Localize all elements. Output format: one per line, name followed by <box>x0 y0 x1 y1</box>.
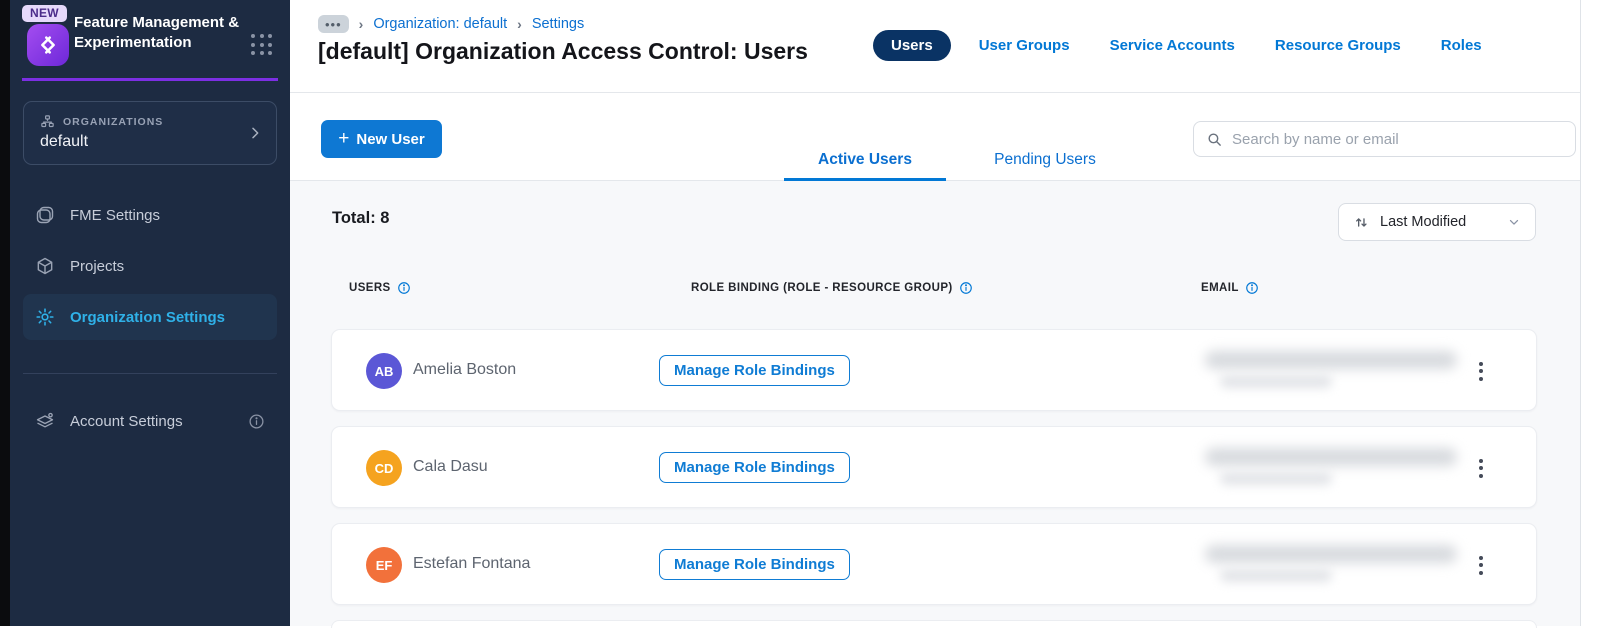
breadcrumb: ••• › Organization: default › Settings <box>318 15 584 33</box>
kebab-menu-icon[interactable] <box>1472 356 1490 386</box>
email-redacted <box>1220 472 1332 485</box>
info-icon[interactable] <box>959 281 973 295</box>
breadcrumb-ellipsis-icon[interactable]: ••• <box>318 15 349 33</box>
search-input[interactable] <box>1232 130 1563 148</box>
chevron-down-icon <box>1507 215 1521 229</box>
total-count: Total: 8 <box>332 209 390 227</box>
user-name: Amelia Boston <box>413 361 517 378</box>
desktop-edge-strip <box>0 0 10 626</box>
tab-service-accounts[interactable]: Service Accounts <box>1110 37 1235 54</box>
tab-roles[interactable]: Roles <box>1441 37 1482 54</box>
fme-settings-icon <box>35 205 55 225</box>
chevron-separator-icon: › <box>517 16 522 32</box>
info-icon[interactable] <box>1245 281 1259 295</box>
column-users: USERS <box>349 282 391 294</box>
access-control-tabs: Users User Groups Service Accounts Resou… <box>873 30 1482 61</box>
chevron-right-icon <box>247 124 263 142</box>
sidebar-item-label: Projects <box>70 257 125 275</box>
column-role-binding: ROLE BINDING (ROLE - RESOURCE GROUP) <box>691 282 953 294</box>
sidebar-item-projects[interactable]: Projects <box>23 243 277 289</box>
avatar: EF <box>366 547 402 583</box>
sidebar-divider <box>23 373 277 374</box>
organization-selector[interactable]: ORGANIZATIONS default <box>23 101 277 165</box>
sidebar-item-label: FME Settings <box>70 206 161 224</box>
table-row: AB Amelia Boston Manage Role Bindings <box>331 329 1537 411</box>
table-row-partial <box>331 620 1537 628</box>
tab-pending-users[interactable]: Pending Users <box>966 151 1124 169</box>
sidebar-item-label: Organization Settings <box>70 308 226 326</box>
users-list-section: Total: 8 Last Modified USERS ROLE BINDIN… <box>290 181 1580 628</box>
avatar: CD <box>366 450 402 486</box>
info-icon[interactable] <box>397 281 411 295</box>
page-title: [default] Organization Access Control: U… <box>318 38 808 64</box>
table-header-row: USERS ROLE BINDING (ROLE - RESOURCE GROU… <box>290 281 1580 297</box>
avatar: AB <box>366 353 402 389</box>
column-email: EMAIL <box>1201 282 1239 294</box>
sort-arrows-icon <box>1353 214 1370 231</box>
breadcrumb-link-organization[interactable]: Organization: default <box>373 16 507 32</box>
org-selector-label: ORGANIZATIONS <box>63 115 164 128</box>
brand-purple-rule <box>22 78 278 81</box>
search-icon <box>1206 131 1223 148</box>
kebab-menu-icon[interactable] <box>1472 550 1490 580</box>
users-table: AB Amelia Boston Manage Role Bindings CD… <box>331 329 1537 620</box>
user-name: Estefan Fontana <box>413 555 531 572</box>
breadcrumb-link-settings[interactable]: Settings <box>532 16 584 32</box>
sidebar-item-label: Account Settings <box>70 412 183 430</box>
tab-users[interactable]: Users <box>873 30 951 61</box>
info-icon[interactable] <box>248 413 265 430</box>
new-user-button[interactable]: + New User <box>321 120 442 158</box>
tab-active-users[interactable]: Active Users <box>784 151 946 169</box>
fme-app-logo-icon <box>27 24 69 66</box>
email-redacted <box>1205 351 1457 369</box>
user-name: Cala Dasu <box>413 458 488 475</box>
tab-user-groups[interactable]: User Groups <box>979 37 1070 54</box>
sidebar-item-fme-settings[interactable]: FME Settings <box>23 192 277 238</box>
sort-dropdown[interactable]: Last Modified <box>1338 203 1536 241</box>
org-selector-value: default <box>40 133 89 150</box>
tab-resource-groups[interactable]: Resource Groups <box>1275 37 1401 54</box>
layers-gear-icon <box>35 411 55 431</box>
email-redacted <box>1220 375 1332 388</box>
apps-grid-icon[interactable] <box>251 34 273 56</box>
table-row: CD Cala Dasu Manage Role Bindings <box>331 426 1537 508</box>
window-right-gutter <box>1580 0 1600 626</box>
new-badge: NEW <box>22 5 67 22</box>
plus-icon: + <box>338 127 350 149</box>
manage-role-bindings-button[interactable]: Manage Role Bindings <box>659 355 850 386</box>
chevron-separator-icon: › <box>358 16 364 32</box>
sidebar-item-organization-settings[interactable]: Organization Settings <box>23 294 277 340</box>
sidebar-item-account-settings[interactable]: Account Settings <box>23 398 277 444</box>
manage-role-bindings-button[interactable]: Manage Role Bindings <box>659 549 850 580</box>
email-redacted <box>1205 545 1457 563</box>
email-redacted <box>1220 569 1332 582</box>
new-user-button-label: New User <box>356 130 425 148</box>
header-divider <box>290 92 1580 93</box>
table-row: EF Estefan Fontana Manage Role Bindings <box>331 523 1537 605</box>
org-hierarchy-icon <box>40 114 55 129</box>
search-box <box>1193 121 1576 157</box>
kebab-menu-icon[interactable] <box>1472 453 1490 483</box>
sidebar: NEW Feature Management & Experimentation… <box>10 0 290 626</box>
gear-icon <box>35 307 55 327</box>
cube-icon <box>35 256 55 276</box>
main-content: ••• › Organization: default › Settings [… <box>290 0 1580 628</box>
email-redacted <box>1205 448 1457 466</box>
sidebar-menu: FME Settings Projects Organization Setti… <box>23 192 277 345</box>
sort-dropdown-value: Last Modified <box>1380 214 1467 230</box>
manage-role-bindings-button[interactable]: Manage Role Bindings <box>659 452 850 483</box>
app-title: Feature Management & Experimentation <box>74 14 240 51</box>
